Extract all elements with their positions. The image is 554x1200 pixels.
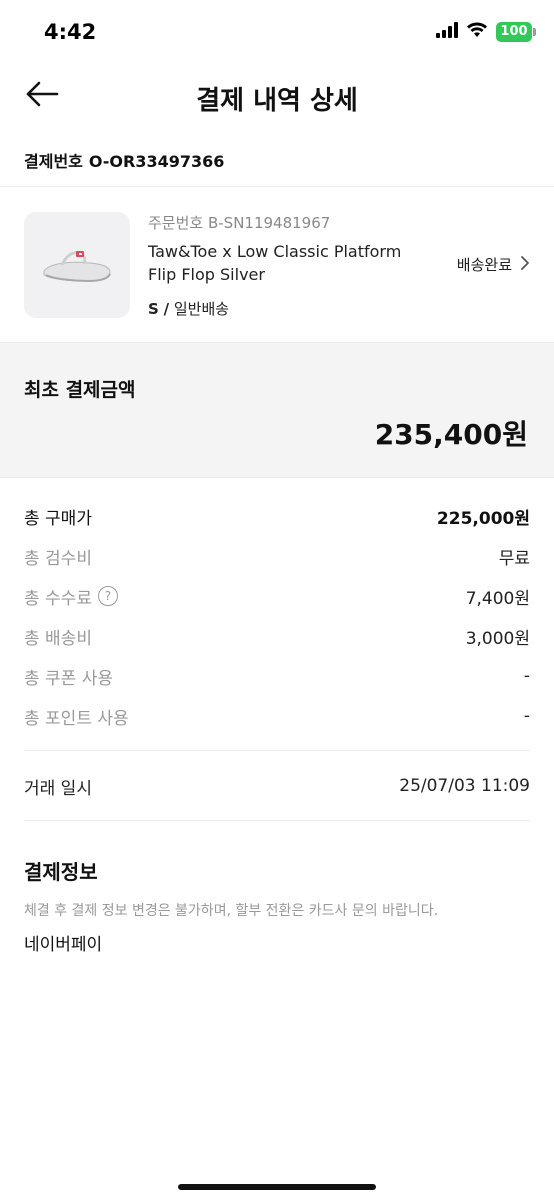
payment-info-notice: 체결 후 결제 정보 변경은 불가하며, 할부 전환은 카드사 문의 바랍니다. [24, 903, 439, 919]
detail-label: 총 수수료 [24, 588, 92, 609]
detail-value: - [523, 666, 530, 686]
price-detail-list: 총 구매가 225,000원 총 검수비 무료 총 수수료 ? 7,400원 총… [24, 496, 530, 736]
trade-datetime-row: 거래 일시 25/07/03 11:09 [24, 766, 530, 806]
status-time: 4:42 [44, 20, 97, 44]
payment-info-title: 결제정보 [24, 860, 98, 884]
home-indicator[interactable] [178, 1184, 376, 1190]
delivery-status-label: 배송완료 [456, 256, 512, 274]
detail-row-purchase-price: 총 구매가 225,000원 [24, 496, 530, 536]
status-bar: 4:42 100 [0, 0, 554, 66]
detail-value: 무료 [498, 548, 530, 569]
summary-amount: 235,400원 [374, 418, 528, 451]
battery-icon: 100 [496, 22, 536, 42]
shipping-type: 일반배송 [173, 300, 230, 318]
divider [0, 186, 554, 187]
payment-number: 결제번호 O-OR33497366 [24, 148, 224, 172]
detail-value: 3,000원 [465, 628, 530, 649]
divider [24, 750, 530, 751]
detail-value: 7,400원 [465, 588, 530, 609]
payment-number-label: 결제번호 [24, 152, 83, 171]
product-thumbnail[interactable] [24, 212, 130, 318]
detail-row-commission: 총 수수료 ? 7,400원 [24, 576, 530, 616]
question-circle-icon[interactable]: ? [97, 586, 118, 606]
option-separator: / [163, 300, 170, 318]
nav-bar: 결제 내역 상세 [0, 66, 554, 128]
detail-value: 225,000원 [436, 508, 530, 529]
summary-label: 최초 결제금액 [24, 379, 136, 401]
detail-label: 총 구매가 [24, 508, 92, 529]
cellular-signal-icon [436, 22, 458, 42]
detail-label-with-help: 총 수수료 ? [24, 584, 118, 609]
delivery-status-link[interactable]: 배송완료 [457, 254, 530, 275]
detail-value: - [523, 706, 530, 726]
detail-label: 총 쿠폰 사용 [24, 668, 114, 689]
detail-row-coupon: 총 쿠폰 사용 - [24, 656, 530, 696]
trade-datetime-label: 거래 일시 [24, 778, 92, 799]
payment-number-value: O-OR33497366 [88, 152, 225, 171]
order-number: 주문번호 B-SN119481967 [148, 214, 331, 232]
flip-flop-sandal-icon [40, 241, 114, 289]
product-name[interactable]: Taw&Toe x Low Classic Platform Flip Flop… [148, 240, 418, 286]
wifi-icon [466, 22, 488, 42]
order-item[interactable]: 주문번호 B-SN119481967 Taw&Toe x Low Classic… [0, 200, 554, 330]
chevron-right-icon [520, 255, 530, 275]
initial-payment-summary: 최초 결제금액 235,400원 [0, 342, 554, 478]
trade-datetime-value: 25/07/03 11:09 [399, 776, 530, 796]
detail-row-inspection-fee: 총 검수비 무료 [24, 536, 530, 576]
detail-row-shipping-fee: 총 배송비 3,000원 [24, 616, 530, 656]
page-title: 결제 내역 상세 [196, 86, 358, 116]
divider [24, 820, 530, 821]
detail-label: 총 검수비 [24, 548, 92, 569]
product-option: S / 일반배송 [148, 298, 229, 319]
detail-label: 총 배송비 [24, 628, 92, 649]
product-size: S [148, 300, 159, 318]
status-icons: 100 [436, 22, 536, 42]
detail-label: 총 포인트 사용 [24, 708, 129, 729]
detail-row-points: 총 포인트 사용 - [24, 696, 530, 736]
payment-method: 네이버페이 [24, 935, 103, 955]
